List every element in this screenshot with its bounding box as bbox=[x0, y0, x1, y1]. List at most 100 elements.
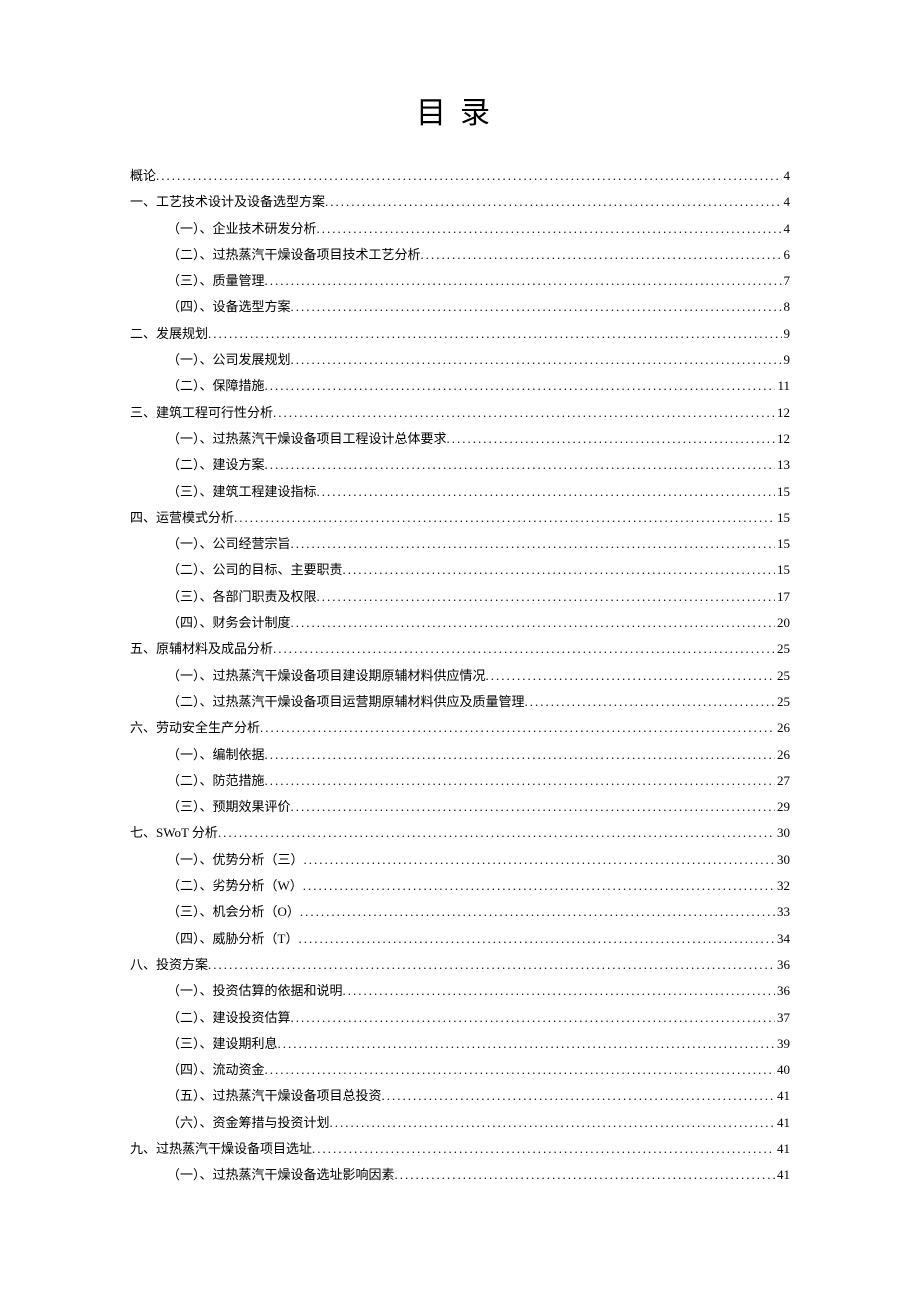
toc-entry: （一）、编制依据 26 bbox=[130, 745, 790, 766]
toc-entry-page: 25 bbox=[775, 692, 790, 713]
toc-leader-dots bbox=[300, 902, 775, 923]
toc-entry-page: 33 bbox=[775, 902, 790, 923]
toc-leader-dots bbox=[291, 797, 775, 818]
toc-entry: 五、原辅材料及成品分析25 bbox=[130, 639, 790, 660]
toc-entry-label: 一、工艺技术设计及设备选型方案 bbox=[130, 192, 325, 213]
toc-entry: （二）、公司的目标、主要职责15 bbox=[130, 560, 790, 581]
toc-entry-page: 20 bbox=[775, 613, 790, 634]
toc-entry: （四）、设备选型方案 8 bbox=[130, 297, 790, 318]
toc-entry: （二）、过热蒸汽干燥设备项目技术工艺分析6 bbox=[130, 245, 790, 266]
toc-leader-dots bbox=[291, 613, 775, 634]
toc-entry-page: 15 bbox=[775, 482, 790, 503]
toc-entry-label: （二）、劣势分析（W） bbox=[167, 876, 303, 897]
toc-entry: （一）、投资估算的依据和说明36 bbox=[130, 981, 790, 1002]
toc-leader-dots bbox=[234, 508, 775, 529]
toc-entry-label: （一）、过热蒸汽干燥设备项目工程设计总体要求 bbox=[167, 429, 447, 450]
toc-entry: （一）、企业技术研发分析4 bbox=[130, 219, 790, 240]
toc-entry-label: （六）、资金筹措与投资计划 bbox=[167, 1113, 330, 1134]
toc-entry: （三）、质量管理 7 bbox=[130, 271, 790, 292]
toc-entry: （一）、优势分析（三） 30 bbox=[130, 850, 790, 871]
toc-entry-label: （二）、防范措施 bbox=[167, 771, 265, 792]
toc-entry: 八、投资方案 36 bbox=[130, 955, 790, 976]
toc-entry-label: （四）、流动资金 bbox=[167, 1060, 265, 1081]
toc-entry-page: 9 bbox=[782, 324, 791, 345]
toc-entry-page: 36 bbox=[775, 981, 790, 1002]
page-title: 目录 bbox=[130, 90, 790, 138]
toc-entry-page: 9 bbox=[782, 350, 791, 371]
toc-entry-label: （一）、优势分析（三） bbox=[167, 850, 304, 871]
toc-entry-page: 41 bbox=[775, 1086, 790, 1107]
toc-leader-dots bbox=[273, 639, 775, 660]
toc-entry-page: 8 bbox=[782, 297, 791, 318]
toc-leader-dots bbox=[291, 350, 782, 371]
toc-leader-dots bbox=[525, 692, 775, 713]
toc-entry-page: 26 bbox=[775, 745, 790, 766]
toc-entry: （三）、各部门职责及权限17 bbox=[130, 587, 790, 608]
toc-entry-label: （一）、公司经营宗旨 bbox=[167, 534, 291, 555]
toc-entry: （三）、建筑工程建设指标15 bbox=[130, 482, 790, 503]
toc-entry-page: 4 bbox=[782, 192, 791, 213]
toc-entry-page: 32 bbox=[775, 876, 790, 897]
toc-entry: （四）、流动资金40 bbox=[130, 1060, 790, 1081]
table-of-contents: 概论4一、工艺技术设计及设备选型方案4（一）、企业技术研发分析4（二）、过热蒸汽… bbox=[130, 166, 790, 1186]
toc-entry-page: 30 bbox=[775, 850, 790, 871]
toc-entry-page: 12 bbox=[775, 429, 790, 450]
toc-entry-label: （三）、建设期利息 bbox=[167, 1034, 278, 1055]
toc-entry: （四）、财务会计制度 20 bbox=[130, 613, 790, 634]
toc-entry: （三）、机会分析（O） 33 bbox=[130, 902, 790, 923]
toc-entry-label: （二）、建设方案 bbox=[167, 455, 265, 476]
toc-entry: 六、劳动安全生产分析26 bbox=[130, 718, 790, 739]
toc-leader-dots bbox=[317, 219, 782, 240]
toc-leader-dots bbox=[304, 850, 775, 871]
toc-entry-page: 4 bbox=[782, 166, 791, 187]
toc-entry: （五）、过热蒸汽干燥设备项目总投资 41 bbox=[130, 1086, 790, 1107]
toc-leader-dots bbox=[265, 455, 775, 476]
toc-entry-page: 29 bbox=[775, 797, 790, 818]
toc-entry-page: 27 bbox=[775, 771, 790, 792]
toc-entry-label: （一）、过热蒸汽干燥设备项目建设期原辅材料供应情况 bbox=[167, 666, 486, 687]
toc-leader-dots bbox=[265, 771, 775, 792]
toc-entry-page: 25 bbox=[775, 666, 790, 687]
toc-entry-page: 7 bbox=[782, 271, 791, 292]
toc-entry-label: （四）、财务会计制度 bbox=[167, 613, 291, 634]
toc-entry-page: 6 bbox=[782, 245, 791, 266]
toc-entry: （一）、过热蒸汽干燥设备项目建设期原辅材料供应情况 25 bbox=[130, 666, 790, 687]
toc-leader-dots bbox=[208, 955, 775, 976]
toc-entry-label: （五）、过热蒸汽干燥设备项目总投资 bbox=[167, 1086, 382, 1107]
toc-leader-dots bbox=[156, 166, 781, 187]
toc-leader-dots bbox=[291, 534, 775, 555]
toc-entry-label: 三、建筑工程可行性分析 bbox=[130, 403, 273, 424]
toc-leader-dots bbox=[447, 429, 775, 450]
toc-entry: 七、SWoT 分析30 bbox=[130, 823, 790, 844]
toc-entry-label: （三）、质量管理 bbox=[167, 271, 265, 292]
toc-leader-dots bbox=[312, 1139, 775, 1160]
toc-entry: 九、过热蒸汽干燥设备项目选址41 bbox=[130, 1139, 790, 1160]
toc-entry-label: （一）、编制依据 bbox=[167, 745, 265, 766]
toc-entry-page: 17 bbox=[775, 587, 790, 608]
toc-entry-page: 11 bbox=[775, 376, 790, 397]
toc-entry-page: 37 bbox=[775, 1008, 790, 1029]
toc-entry-label: 九、过热蒸汽干燥设备项目选址 bbox=[130, 1139, 312, 1160]
toc-entry: （三）、建设期利息39 bbox=[130, 1034, 790, 1055]
toc-entry-label: （四）、设备选型方案 bbox=[167, 297, 291, 318]
toc-entry-label: 概论 bbox=[130, 166, 156, 187]
toc-entry-page: 36 bbox=[775, 955, 790, 976]
toc-entry-label: （三）、预期效果评价 bbox=[167, 797, 291, 818]
toc-entry-label: （四）、威胁分析（T） bbox=[167, 929, 298, 950]
toc-leader-dots bbox=[382, 1086, 775, 1107]
toc-leader-dots bbox=[265, 745, 775, 766]
toc-entry-label: 四、运营模式分析 bbox=[130, 508, 234, 529]
toc-entry-label: 八、投资方案 bbox=[130, 955, 208, 976]
toc-leader-dots bbox=[291, 297, 782, 318]
toc-entry: （二）、过热蒸汽干燥设备项目运营期原辅材料供应及质量管理 25 bbox=[130, 692, 790, 713]
toc-entry-label: （二）、建设投资估算 bbox=[167, 1008, 291, 1029]
toc-entry-label: （三）、机会分析（O） bbox=[167, 902, 300, 923]
toc-leader-dots bbox=[265, 376, 776, 397]
toc-leader-dots bbox=[265, 271, 782, 292]
toc-entry-page: 13 bbox=[775, 455, 790, 476]
toc-entry: 二、发展规划9 bbox=[130, 324, 790, 345]
toc-leader-dots bbox=[260, 718, 775, 739]
toc-entry-label: 六、劳动安全生产分析 bbox=[130, 718, 260, 739]
toc-entry-page: 4 bbox=[782, 219, 791, 240]
toc-entry-label: （二）、过热蒸汽干燥设备项目运营期原辅材料供应及质量管理 bbox=[167, 692, 525, 713]
